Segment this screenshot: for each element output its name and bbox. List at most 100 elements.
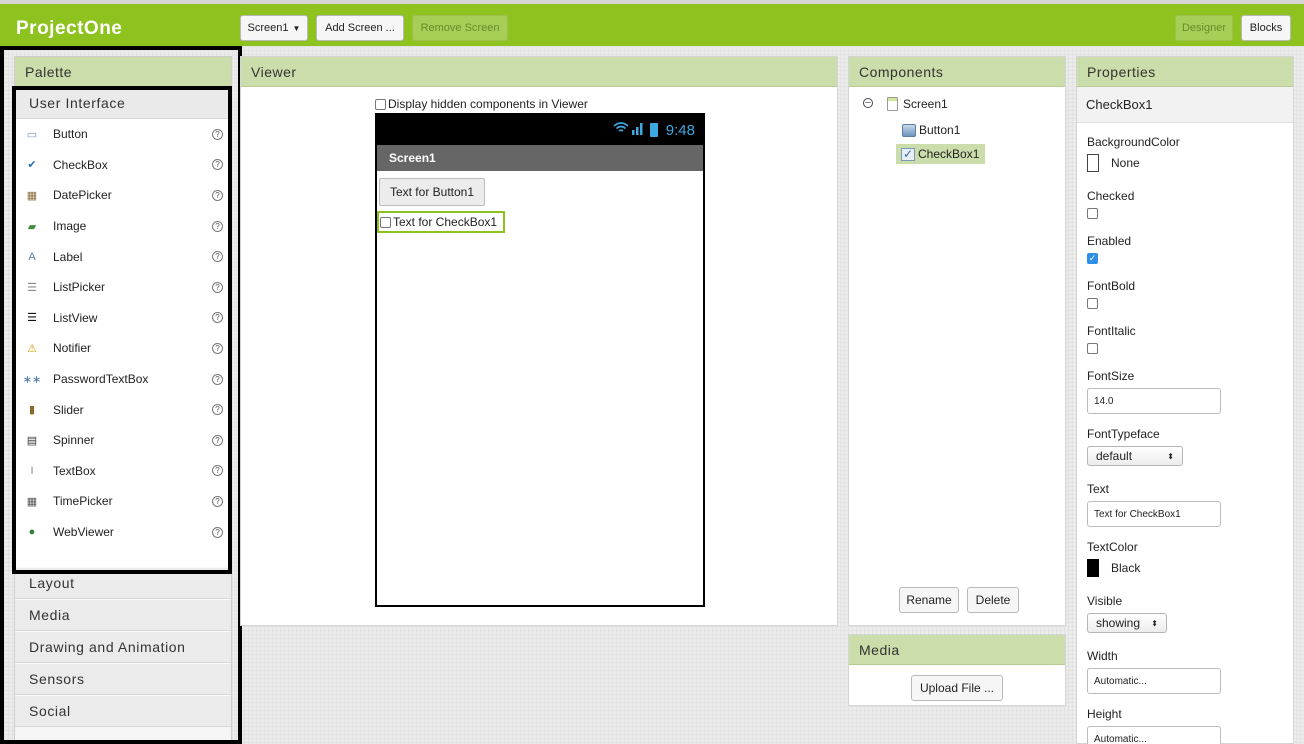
mock-checkbox-box[interactable]: [380, 216, 391, 228]
spinner-icon: ▤: [26, 434, 38, 447]
category-layout[interactable]: Layout: [15, 567, 231, 600]
display-hidden-checkbox[interactable]: [375, 98, 386, 110]
collapse-icon[interactable]: –: [863, 98, 873, 108]
help-icon[interactable]: ?: [212, 159, 223, 171]
height-input[interactable]: Automatic...: [1087, 726, 1221, 744]
category-sensors[interactable]: Sensors: [15, 663, 231, 696]
fonttypeface-select[interactable]: default ⬍: [1087, 446, 1183, 466]
delete-button[interactable]: Delete: [967, 587, 1019, 613]
palette-item-passwordtextbox[interactable]: ∗∗ PasswordTextBox?: [15, 363, 231, 395]
help-icon[interactable]: ?: [212, 404, 223, 416]
help-icon[interactable]: ?: [212, 128, 223, 140]
display-hidden-label: Display hidden components in Viewer: [388, 97, 588, 111]
prop-label: Checked: [1087, 189, 1135, 203]
palette-item-listview[interactable]: ☰ ListView?: [15, 302, 231, 334]
visible-select[interactable]: showing ⬍: [1087, 613, 1167, 633]
palette-item-button[interactable]: ▭ Button?: [15, 119, 231, 150]
app-title: ProjectOne: [16, 18, 123, 39]
palette-item-label: ListView: [53, 310, 98, 325]
help-icon[interactable]: ?: [212, 312, 223, 324]
fontsize-input[interactable]: 14.0: [1087, 388, 1221, 414]
help-icon[interactable]: ?: [212, 434, 223, 446]
prop-textcolor: TextColor Black: [1087, 540, 1140, 577]
phone-status-bar: 9:48: [377, 115, 703, 145]
background-color-picker[interactable]: None: [1087, 154, 1180, 172]
help-icon[interactable]: ?: [212, 465, 223, 477]
palette-item-label[interactable]: A Label?: [15, 241, 231, 272]
palette-item-label: ListPicker: [53, 280, 106, 295]
help-icon[interactable]: ?: [212, 251, 223, 263]
blocks-button[interactable]: Blocks: [1241, 15, 1291, 41]
prop-visible: Visible showing ⬍: [1087, 594, 1167, 633]
checked-checkbox[interactable]: [1087, 208, 1098, 219]
slider-icon: ▮: [28, 404, 36, 417]
palette-item-spinner[interactable]: ▤ Spinner?: [15, 424, 231, 456]
palette-item-datepicker[interactable]: ▦ DatePicker?: [15, 180, 231, 211]
fonttypeface-value: default: [1096, 449, 1133, 463]
screen-select[interactable]: Screen1 ▼: [240, 15, 308, 41]
text-input[interactable]: Text for CheckBox1: [1087, 501, 1221, 527]
textbox-icon: I: [30, 464, 34, 477]
category-user-interface[interactable]: User Interface: [15, 87, 231, 119]
category-social[interactable]: Social: [15, 695, 231, 728]
tree-node-screen1[interactable]: Screen1: [887, 97, 948, 111]
palette-item-label: DatePicker: [53, 188, 112, 203]
phone-screen-title: Screen1: [377, 145, 703, 171]
category-drawing-and-animation[interactable]: Drawing and Animation: [15, 631, 231, 664]
textcolor-picker[interactable]: Black: [1087, 559, 1140, 577]
prop-label: Visible: [1087, 594, 1123, 608]
help-icon[interactable]: ?: [212, 342, 223, 354]
rename-button[interactable]: Rename: [899, 587, 959, 613]
tree-node-checkbox1[interactable]: ✓ CheckBox1: [896, 144, 986, 164]
fontitalic-checkbox[interactable]: [1087, 343, 1098, 354]
palette-item-label: CheckBox: [53, 157, 108, 172]
help-icon[interactable]: ?: [212, 189, 223, 201]
prop-label: Height: [1087, 707, 1122, 721]
tree-node-label: Screen1: [903, 97, 948, 111]
tree-node-button1[interactable]: Button1: [902, 123, 960, 137]
color-swatch[interactable]: [1087, 559, 1099, 577]
fontbold-checkbox[interactable]: [1087, 298, 1098, 309]
prop-label: TextColor: [1087, 540, 1138, 554]
help-icon[interactable]: ?: [212, 373, 223, 385]
add-screen-button[interactable]: Add Screen ...: [316, 15, 404, 41]
listview-icon: ☰: [27, 312, 37, 325]
mock-button1[interactable]: Text for Button1: [379, 178, 485, 206]
status-time: 9:48: [665, 121, 695, 139]
button-icon: [902, 123, 916, 137]
help-icon[interactable]: ?: [212, 281, 223, 293]
tree-node-label: CheckBox1: [918, 147, 980, 161]
remove-screen-button[interactable]: Remove Screen: [412, 15, 508, 41]
checkbox-icon: ✔: [27, 159, 37, 172]
width-input[interactable]: Automatic...: [1087, 668, 1221, 694]
components-title: Components: [849, 57, 1065, 87]
webviewer-icon: ●: [28, 526, 36, 539]
palette-item-list: ▭ Button? ✔ CheckBox? ▦ DatePicker? ▰ Image? A La…: [15, 119, 231, 548]
mock-checkbox1[interactable]: Text for CheckBox1: [377, 211, 505, 233]
palette-title: Palette: [15, 57, 231, 87]
palette-item-notifier[interactable]: ⚠ Notifier?: [15, 333, 231, 364]
battery-icon: [649, 123, 658, 137]
wifi-signal-icon: [612, 121, 646, 139]
category-media[interactable]: Media: [15, 599, 231, 632]
upload-file-button[interactable]: Upload File ...: [911, 675, 1003, 701]
prop-label: FontBold: [1087, 279, 1136, 293]
color-swatch[interactable]: [1087, 154, 1099, 172]
display-hidden-toggle[interactable]: Display hidden components in Viewer: [375, 97, 588, 111]
properties-title: Properties: [1077, 57, 1293, 87]
palette-item-webviewer[interactable]: ● WebViewer?: [15, 516, 231, 548]
palette-item-image[interactable]: ▰ Image?: [15, 210, 231, 242]
visible-value: showing: [1096, 616, 1141, 630]
palette-item-checkbox[interactable]: ✔ CheckBox?: [15, 149, 231, 181]
palette-item-textbox[interactable]: I TextBox?: [15, 455, 231, 487]
palette-item-timepicker[interactable]: ▦ TimePicker?: [15, 486, 231, 517]
enabled-checkbox[interactable]: ✓: [1087, 253, 1098, 264]
help-icon[interactable]: ?: [212, 495, 223, 507]
prop-label: Width: [1087, 649, 1118, 663]
palette-item-slider[interactable]: ▮ Slider?: [15, 394, 231, 425]
designer-button[interactable]: Designer: [1175, 15, 1233, 41]
selected-component-name: CheckBox1: [1077, 87, 1293, 123]
help-icon[interactable]: ?: [212, 526, 223, 538]
palette-item-listpicker[interactable]: ☰ ListPicker?: [15, 271, 231, 303]
help-icon[interactable]: ?: [212, 220, 223, 232]
